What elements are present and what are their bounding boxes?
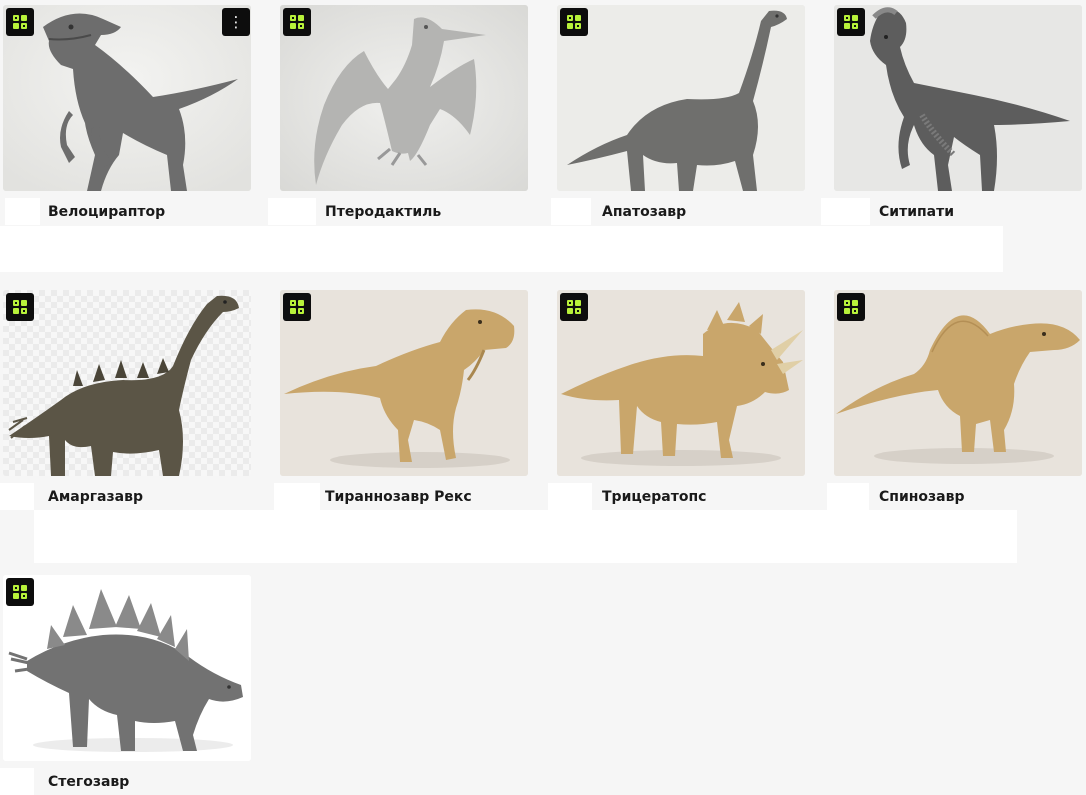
model-title[interactable]: Спинозавр — [879, 489, 965, 505]
model-3d-cube-icon — [13, 585, 27, 599]
model-gallery: ⋮ Велоцираптор Птеродактиль Апатозавр Си… — [0, 0, 1086, 795]
model-title[interactable]: Амаргазавр — [48, 489, 143, 505]
model-thumbnail[interactable] — [3, 290, 251, 476]
3d-model-badge — [6, 578, 34, 606]
model-card-footer: Амаргазавр — [0, 476, 251, 510]
model-card-footer: Тираннозавр Рекс — [274, 476, 528, 510]
model-title[interactable]: Трицератопс — [602, 489, 706, 505]
model-title[interactable]: Тираннозавр Рекс — [325, 489, 472, 505]
3d-model-badge — [560, 8, 588, 36]
3d-model-badge — [6, 8, 34, 36]
row-separator — [0, 226, 1003, 272]
label-spacer — [5, 198, 40, 225]
model-3d-cube-icon — [290, 300, 304, 314]
model-title[interactable]: Ситипати — [879, 204, 954, 220]
model-card-footer: Ситипати — [821, 191, 1082, 225]
model-3d-cube-icon — [13, 15, 27, 29]
3d-model-badge — [837, 293, 865, 321]
label-spacer — [0, 768, 34, 795]
3d-model-badge — [283, 293, 311, 321]
model-thumbnail[interactable] — [557, 290, 805, 476]
model-card[interactable]: Спинозавр — [827, 290, 1082, 510]
velociraptor-image — [3, 5, 251, 191]
model-3d-cube-icon — [290, 15, 304, 29]
label-spacer — [551, 198, 591, 225]
model-thumbnail[interactable] — [834, 290, 1082, 476]
label-spacer — [268, 198, 316, 225]
model-title[interactable]: Апатозавр — [602, 204, 686, 220]
spinosaurus-image — [834, 290, 1082, 476]
label-spacer — [0, 483, 34, 510]
model-3d-cube-icon — [844, 300, 858, 314]
model-3d-cube-icon — [567, 300, 581, 314]
stegosaurus-image — [3, 575, 251, 761]
label-spacer — [548, 483, 592, 510]
more-options-button[interactable]: ⋮ — [222, 8, 250, 36]
model-card[interactable]: ⋮ Велоцираптор — [3, 5, 251, 225]
model-card[interactable]: Апатозавр — [551, 5, 805, 225]
3d-model-badge — [837, 8, 865, 36]
model-3d-cube-icon — [13, 300, 27, 314]
3d-model-badge — [560, 293, 588, 321]
label-spacer — [274, 483, 320, 510]
model-card-footer: Трицератопс — [548, 476, 805, 510]
row-separator — [34, 510, 1017, 563]
amargasaurus-image — [3, 290, 251, 476]
model-title[interactable]: Велоцираптор — [48, 204, 165, 220]
model-title[interactable]: Птеродактиль — [325, 204, 441, 220]
model-card-footer: Птеродактиль — [268, 191, 528, 225]
model-card-footer: Велоцираптор — [3, 191, 251, 225]
pterodactyl-image — [280, 5, 528, 191]
model-card[interactable]: Ситипати — [821, 5, 1082, 225]
model-thumbnail[interactable] — [280, 5, 528, 191]
tyrannosaurus-image — [280, 290, 528, 476]
model-thumbnail[interactable] — [280, 290, 528, 476]
model-thumbnail[interactable] — [557, 5, 805, 191]
model-card[interactable]: Птеродактиль — [268, 5, 528, 225]
model-thumbnail[interactable]: ⋮ — [3, 5, 251, 191]
model-card-footer: Стегозавр — [0, 761, 251, 795]
model-card[interactable]: Амаргазавр — [0, 290, 251, 510]
model-card-footer: Апатозавр — [551, 191, 805, 225]
3d-model-badge — [283, 8, 311, 36]
model-card[interactable]: Трицератопс — [548, 290, 805, 510]
label-spacer — [827, 483, 869, 510]
model-card[interactable]: Тираннозавр Рекс — [274, 290, 528, 510]
model-card-footer: Спинозавр — [827, 476, 1082, 510]
model-3d-cube-icon — [844, 15, 858, 29]
model-thumbnail[interactable] — [834, 5, 1082, 191]
model-thumbnail[interactable] — [3, 575, 251, 761]
3d-model-badge — [6, 293, 34, 321]
model-card[interactable]: Стегозавр — [0, 575, 251, 795]
model-3d-cube-icon — [567, 15, 581, 29]
triceratops-image — [557, 290, 805, 476]
citipati-image — [834, 5, 1082, 191]
apatosaurus-image — [557, 5, 805, 191]
model-title[interactable]: Стегозавр — [48, 774, 129, 790]
label-spacer — [821, 198, 870, 225]
